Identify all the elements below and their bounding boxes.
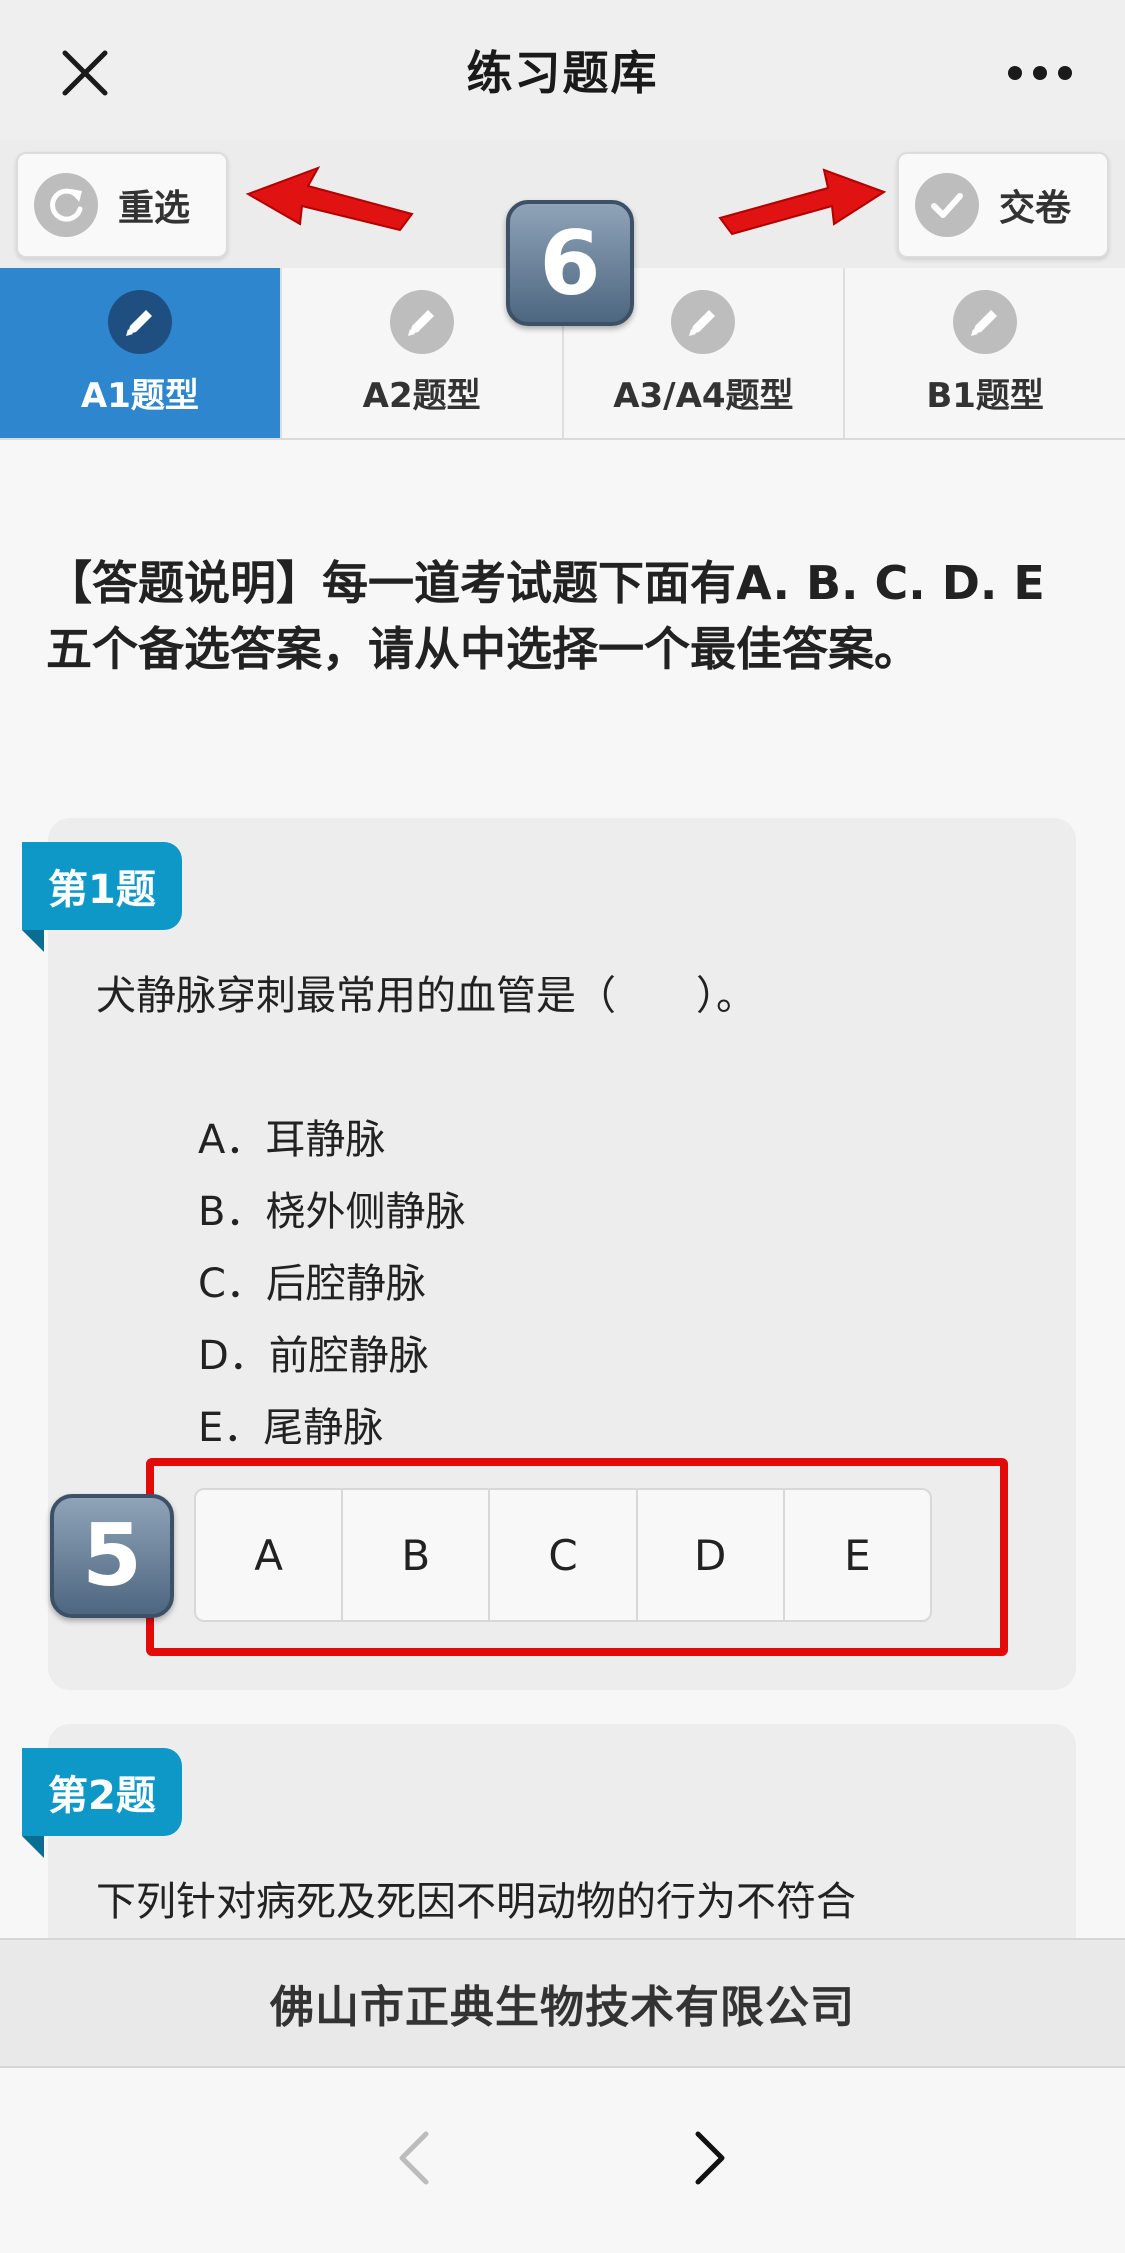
pencil-icon bbox=[389, 289, 454, 354]
question-text: 犬静脉穿刺最常用的血管是（ ）。 bbox=[96, 973, 756, 1019]
option-list: A．耳静脉 B．桡外侧静脉 C．后腔静脉 D．前腔静脉 E．尾静脉 bbox=[198, 1104, 465, 1464]
close-icon bbox=[62, 50, 108, 95]
option-item: D．前腔静脉 bbox=[198, 1333, 429, 1379]
chevron-left-icon bbox=[399, 2131, 429, 2185]
pencil-icon bbox=[671, 289, 736, 354]
tab-label: A2题型 bbox=[362, 375, 481, 416]
page-title: 练习题库 bbox=[466, 46, 659, 100]
forward-button[interactable] bbox=[660, 2108, 760, 2208]
number-badge-5: 5 bbox=[50, 1494, 174, 1618]
chevron-right-icon bbox=[695, 2131, 725, 2185]
tab-label: A3/A4题型 bbox=[613, 375, 794, 416]
refresh-icon bbox=[34, 173, 98, 237]
submit-button[interactable]: 交卷 bbox=[897, 152, 1109, 258]
answer-buttons: A B C D E bbox=[194, 1488, 932, 1622]
reset-label: 重选 bbox=[118, 188, 191, 229]
option-item: C．后腔静脉 bbox=[198, 1261, 426, 1307]
close-button[interactable] bbox=[40, 30, 130, 115]
more-icon bbox=[1008, 65, 1072, 80]
tab-b1[interactable]: B1题型 bbox=[845, 268, 1125, 438]
pencil-icon bbox=[107, 289, 172, 354]
more-options-button[interactable] bbox=[995, 30, 1085, 115]
reset-button[interactable]: 重选 bbox=[16, 152, 228, 258]
option-item: B．桡外侧静脉 bbox=[198, 1189, 466, 1235]
question-text: 下列针对病死及死因不明动物的行为不符合 bbox=[96, 1879, 856, 1925]
option-item: A．耳静脉 bbox=[198, 1117, 386, 1163]
tab-a1[interactable]: A1题型 bbox=[0, 268, 282, 438]
tab-label: A1题型 bbox=[80, 375, 199, 416]
submit-label: 交卷 bbox=[999, 188, 1072, 229]
app-page: 练习题库 重选 交卷 A1题型 A2题型 A3/A4题型 B1题型 6 【答题说… bbox=[0, 0, 1125, 2253]
back-button[interactable] bbox=[364, 2108, 464, 2208]
check-icon bbox=[915, 173, 979, 237]
answer-instructions: 【答题说明】每一道考试题下面有A. B. C. D. E五个备选答案，请从中选择… bbox=[46, 556, 1045, 676]
number-badge-6: 6 bbox=[506, 200, 634, 326]
tab-label: B1题型 bbox=[926, 375, 1044, 416]
question-content: 【答题说明】每一道考试题下面有A. B. C. D. E五个备选答案，请从中选择… bbox=[0, 440, 1125, 2024]
arrow-right-icon bbox=[718, 168, 887, 236]
answer-button-e[interactable]: E bbox=[785, 1490, 930, 1620]
title-bar: 练习题库 bbox=[0, 0, 1125, 140]
answer-button-c[interactable]: C bbox=[490, 1490, 638, 1620]
question-number-tag: 第1题 bbox=[22, 842, 182, 952]
question-number-tag: 第2题 bbox=[22, 1748, 182, 1858]
browser-nav-bar bbox=[0, 2068, 1125, 2253]
company-footer: 佛山市正典生物技术有限公司 bbox=[0, 1938, 1125, 2068]
arrow-left-icon bbox=[245, 166, 414, 232]
answer-button-b[interactable]: B bbox=[343, 1490, 491, 1620]
answer-button-a[interactable]: A bbox=[196, 1490, 344, 1620]
option-item: E．尾静脉 bbox=[198, 1405, 384, 1451]
answer-button-d[interactable]: D bbox=[638, 1490, 785, 1620]
pencil-icon bbox=[953, 289, 1018, 354]
